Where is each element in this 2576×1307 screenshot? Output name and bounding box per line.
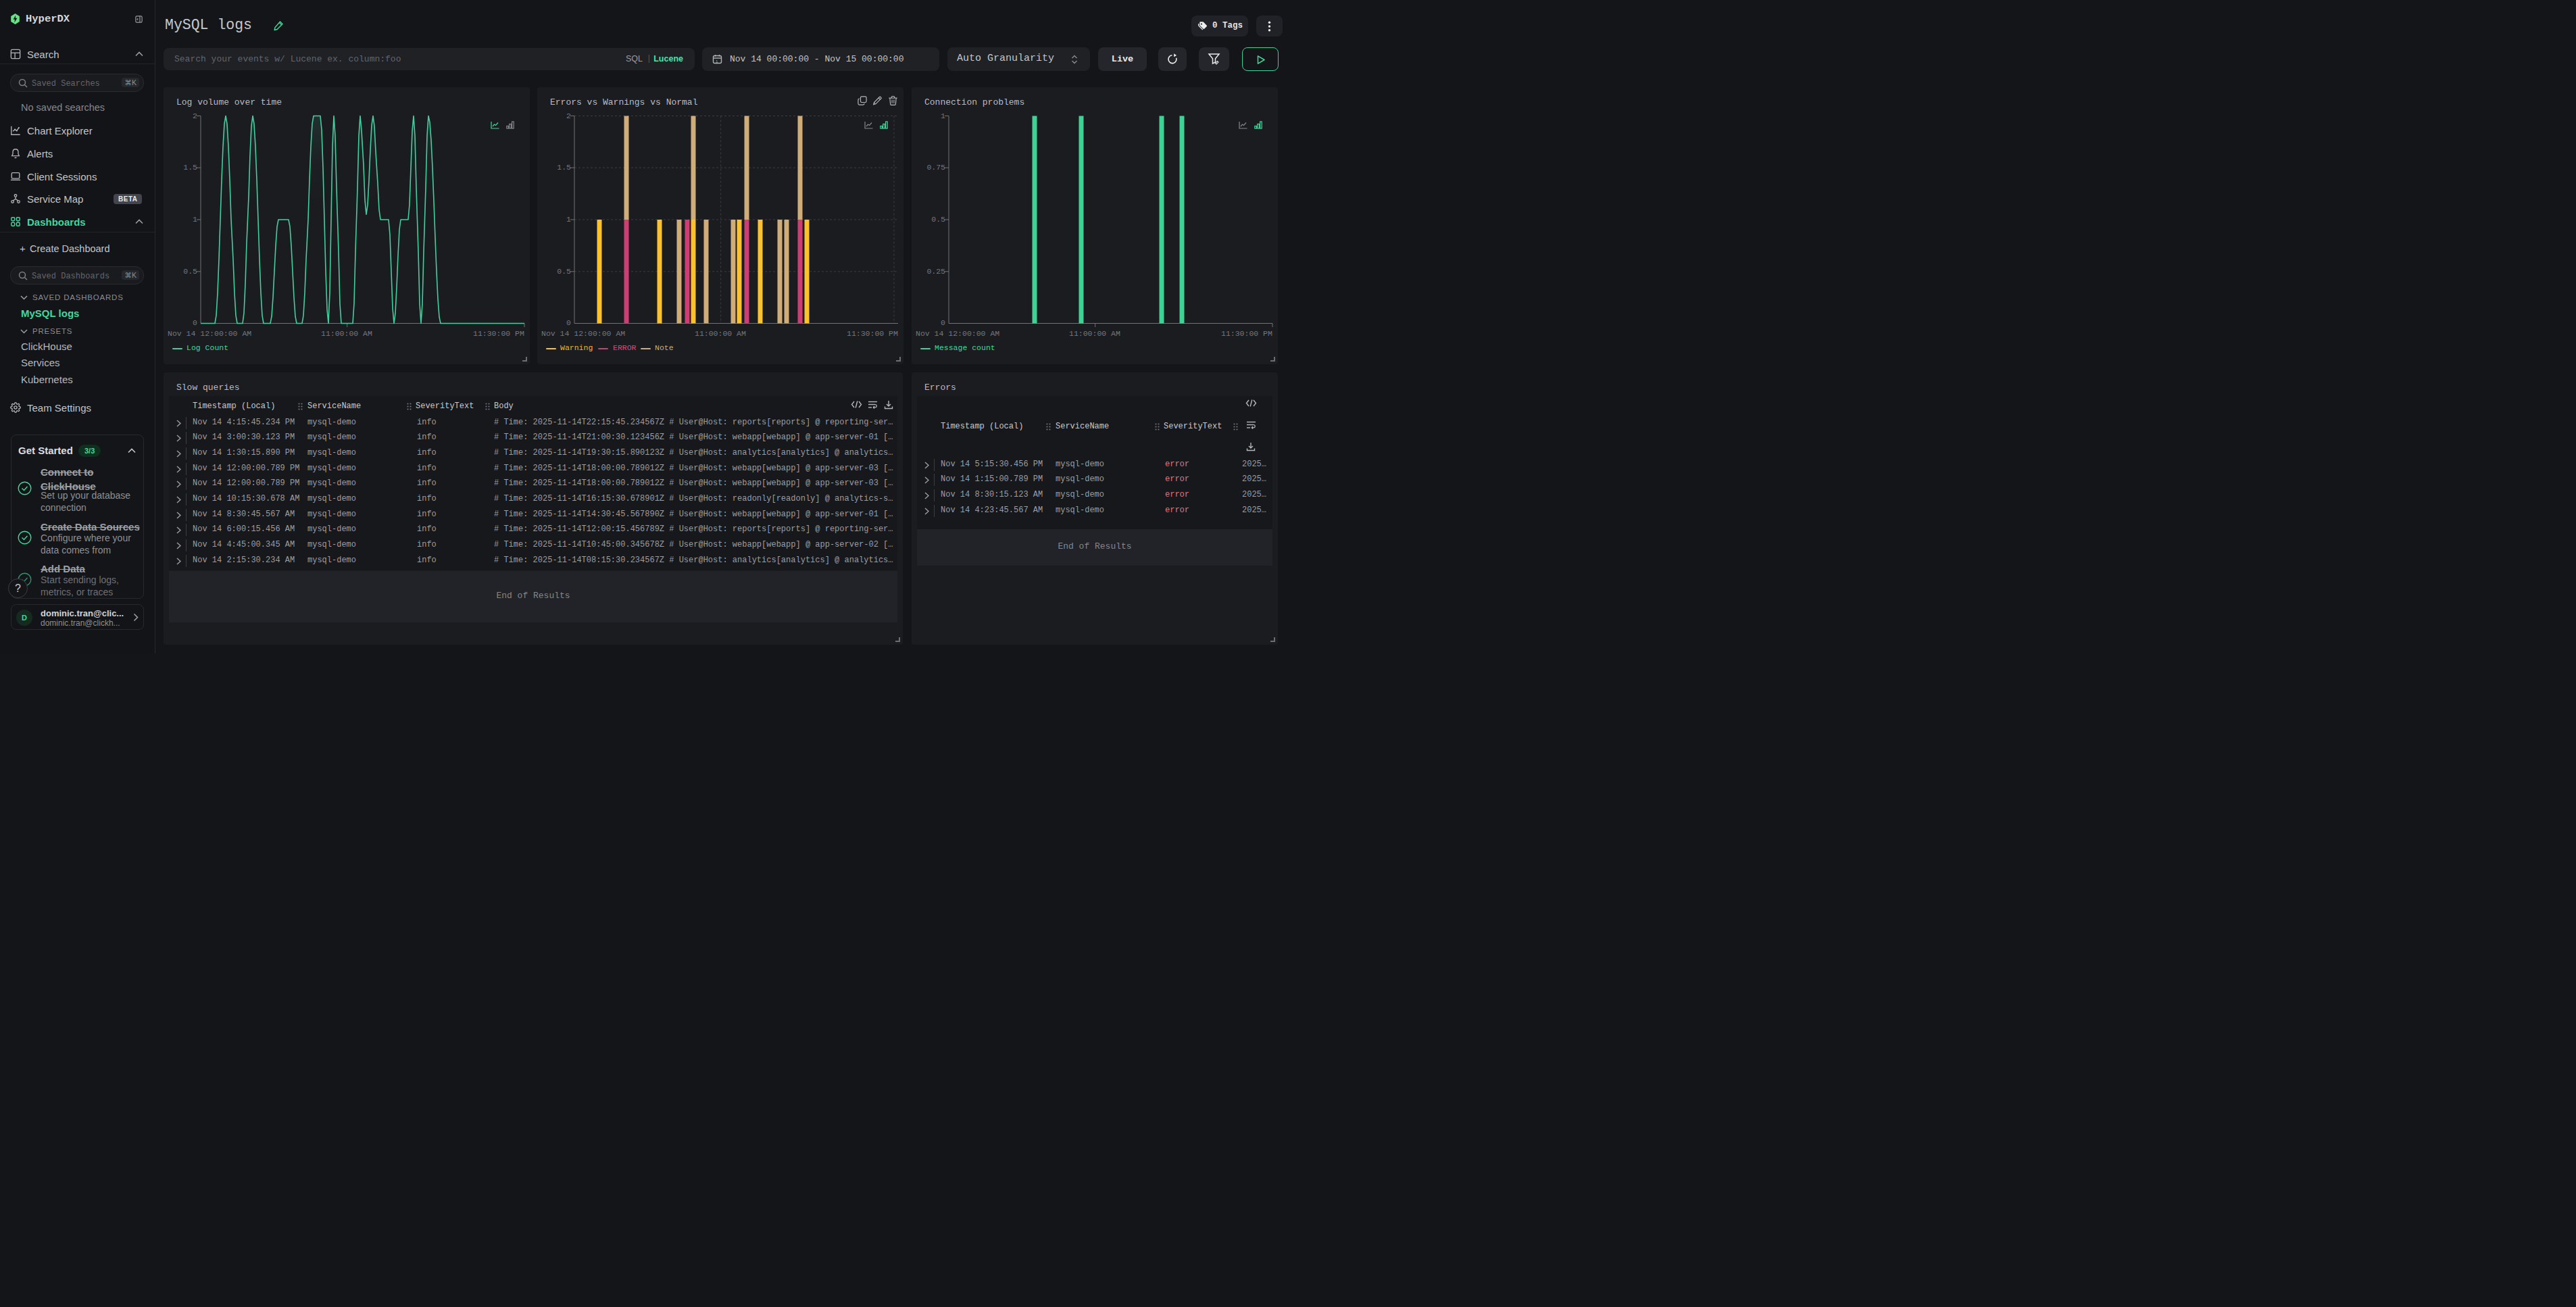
svg-text:1: 1 [716, 59, 718, 64]
